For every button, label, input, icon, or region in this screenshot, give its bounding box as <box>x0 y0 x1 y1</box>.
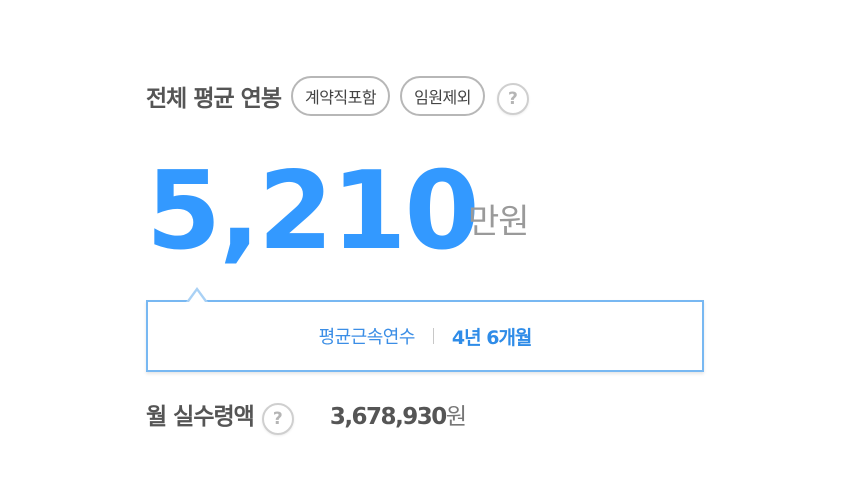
monthly-amount-unit: 원 <box>445 404 467 430</box>
monthly-net-pay-amount: 3,678,930원 <box>329 397 467 431</box>
average-salary-value: 5,210 <box>146 149 480 274</box>
tooltip-arrow-fill <box>189 291 205 302</box>
monthly-net-pay: 월 실수령액 ? 3,678,930원 <box>146 392 467 436</box>
salary-header: 전체 평균 연봉 계약직포함 임원제외 ? <box>146 72 529 120</box>
tenure-label: 평균근속연수 <box>318 327 416 348</box>
monthly-help-icon[interactable]: ? <box>261 403 294 435</box>
monthly-net-pay-label: 월 실수령액 <box>146 404 255 430</box>
tenure-tooltip: 평균근속연수 4년 6개월 <box>146 300 704 372</box>
filter-executives-excluded[interactable]: 임원제외 <box>400 76 485 116</box>
tenure-value: 4년 6개월 <box>451 326 532 349</box>
help-icon[interactable]: ? <box>496 83 529 115</box>
section-title: 전체 평균 연봉 <box>146 86 282 112</box>
monthly-amount-value: 3,678,930 <box>329 404 448 430</box>
divider <box>432 328 434 344</box>
filter-contract-included[interactable]: 계약직포함 <box>290 76 391 116</box>
average-salary-unit: 만원 <box>468 202 530 242</box>
